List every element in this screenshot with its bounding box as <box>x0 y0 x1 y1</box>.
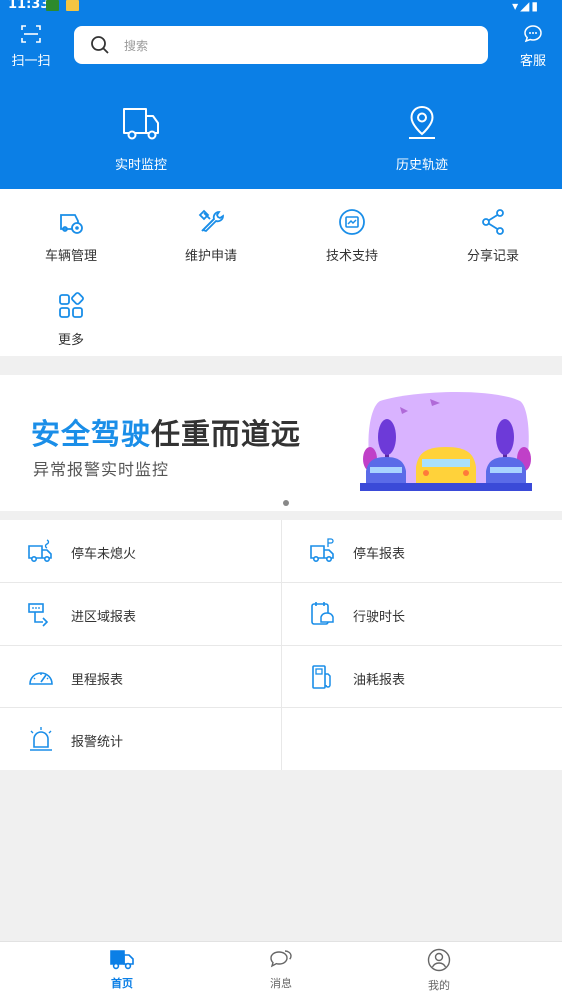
tools-icon <box>198 209 224 233</box>
report-item-fuel[interactable]: 油耗报表 <box>282 646 562 708</box>
menu-item-vehicle-management[interactable]: 车辆管理 <box>21 207 121 264</box>
history-track-label: 历史轨迹 <box>395 158 448 173</box>
function-menu: 车辆管理 维护申请 技术支持 分享记录 更多 <box>0 189 562 356</box>
share-icon <box>482 209 504 235</box>
search-input[interactable]: 搜索 <box>74 26 488 64</box>
report-label: 报警统计 <box>71 735 124 750</box>
odometer-icon <box>29 672 53 685</box>
menu-label: 技术支持 <box>325 249 378 264</box>
report-item-mileage[interactable]: 里程报表 <box>0 646 280 708</box>
report-item-idle-engine[interactable]: 停车未熄火 <box>0 520 280 582</box>
alarm-light-icon <box>30 727 52 751</box>
scan-button[interactable]: 扫一扫 <box>8 24 54 69</box>
report-label: 油耗报表 <box>353 673 406 688</box>
truck-engine-icon <box>28 539 52 562</box>
fuel-pump-icon <box>312 665 331 689</box>
message-bubble-icon <box>270 950 292 968</box>
app-header: 11:33 ▾◢▮ 扫一扫 搜索 客服 实时监控 历史轨迹 <box>0 0 562 189</box>
report-item-alarm-stats[interactable]: 报警统计 <box>0 708 280 770</box>
more-grid-icon <box>59 292 84 318</box>
banner-title-rest: 任重而道远 <box>151 417 302 451</box>
truck-icon <box>110 950 134 970</box>
notification-app-icon-2 <box>66 0 79 11</box>
location-pin-icon <box>409 105 435 139</box>
notification-app-icon <box>46 0 59 11</box>
report-item-parking[interactable]: 停车报表 <box>282 520 562 582</box>
search-placeholder: 搜索 <box>124 39 149 53</box>
menu-label: 分享记录 <box>466 249 519 264</box>
driving-duration-icon <box>311 602 334 625</box>
tab-me-label: 我的 <box>428 979 450 992</box>
menu-label: 车辆管理 <box>44 249 97 264</box>
area-entry-icon <box>28 603 49 627</box>
scan-label: 扫一扫 <box>11 54 51 69</box>
report-label: 进区域报表 <box>71 610 137 625</box>
menu-label: 更多 <box>57 333 84 348</box>
scan-icon <box>21 25 41 43</box>
customer-service-button[interactable]: 客服 <box>512 24 554 69</box>
safe-driving-illustration <box>360 391 532 491</box>
report-label: 停车报表 <box>353 547 406 562</box>
tab-messages-label: 消息 <box>270 977 292 990</box>
status-time: 11:33 <box>8 0 50 12</box>
user-profile-icon <box>427 948 451 972</box>
banner-title-highlight: 安全驾驶 <box>31 417 152 451</box>
customer-service-label: 客服 <box>519 54 546 69</box>
truck-parking-icon <box>310 538 334 562</box>
report-list: 停车未熄火 停车报表 进区域报表 行驶时长 里程报表 油耗报表 报警统计 <box>0 520 562 770</box>
menu-item-share-records[interactable]: 分享记录 <box>443 207 543 264</box>
carousel-indicator[interactable] <box>283 500 289 506</box>
chat-bubble-icon <box>524 25 542 43</box>
menu-item-more[interactable]: 更多 <box>21 291 121 348</box>
tab-me[interactable]: 我的 <box>409 948 469 993</box>
report-label: 行驶时长 <box>353 610 406 625</box>
menu-label: 维护申请 <box>184 249 237 264</box>
report-item-driving-duration[interactable]: 行驶时长 <box>282 583 562 645</box>
menu-item-maintenance-request[interactable]: 维护申请 <box>161 207 261 264</box>
tab-messages[interactable]: 消息 <box>251 948 311 991</box>
realtime-monitor-label: 实时监控 <box>114 158 167 173</box>
banner-title: 安全驾驶任重而道远 <box>31 411 301 453</box>
signal-battery-icon: ▾◢▮ <box>512 0 540 13</box>
tab-home-label: 首页 <box>111 977 133 990</box>
truck-icon <box>123 108 159 140</box>
realtime-monitor-button[interactable]: 实时监控 <box>81 104 201 173</box>
banner-subtitle: 异常报警实时监控 <box>33 460 170 479</box>
report-label: 停车未熄火 <box>71 547 137 562</box>
report-label: 里程报表 <box>71 673 124 688</box>
search-icon <box>91 36 109 54</box>
tab-home[interactable]: 首页 <box>92 948 152 991</box>
history-track-button[interactable]: 历史轨迹 <box>362 104 482 173</box>
vehicle-settings-icon <box>60 214 83 234</box>
report-item-area-entry[interactable]: 进区域报表 <box>0 583 280 645</box>
status-bar: 11:33 ▾◢▮ <box>0 0 562 12</box>
menu-item-tech-support[interactable]: 技术支持 <box>302 207 402 264</box>
promo-banner[interactable]: 安全驾驶任重而道远 异常报警实时监控 <box>0 375 562 511</box>
bottom-tab-bar: 首页 消息 我的 <box>0 941 562 993</box>
support-icon <box>339 209 365 235</box>
